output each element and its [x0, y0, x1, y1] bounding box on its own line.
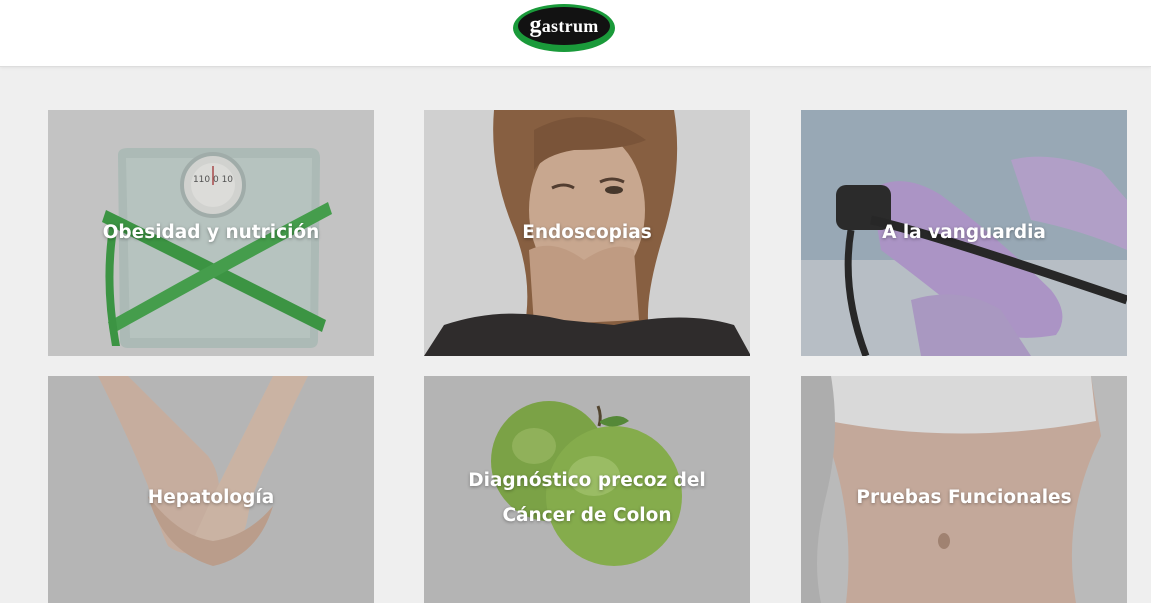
tile-label-line2: Cáncer de Colon: [502, 505, 672, 526]
site-header: gastrum: [0, 0, 1151, 67]
tile-label: Endoscopias: [522, 222, 652, 243]
tile-label: Obesidad y nutrición: [102, 222, 320, 243]
tile-label: Pruebas Funcionales: [856, 487, 1072, 508]
gastrum-logo[interactable]: gastrum: [512, 4, 616, 54]
tile-label: Hepatología: [147, 487, 275, 508]
tile-obesidad-nutricion[interactable]: 110 0 10 Obesidad y nutrición: [48, 110, 374, 356]
tile-diagnostico-cancer-colon[interactable]: Diagnóstico precoz del Cáncer de Colon: [424, 376, 750, 603]
tile-label: A la vanguardia: [882, 222, 1046, 243]
logo-text: gastrum: [529, 12, 599, 38]
tile-label-line1: Diagnóstico precoz del: [468, 470, 706, 491]
tile-vanguardia[interactable]: A la vanguardia: [801, 110, 1127, 356]
tile-endoscopias[interactable]: Endoscopias: [424, 110, 750, 356]
tile-hepatologia[interactable]: Hepatología: [48, 376, 374, 603]
tile-pruebas-funcionales[interactable]: Pruebas Funcionales: [801, 376, 1127, 603]
